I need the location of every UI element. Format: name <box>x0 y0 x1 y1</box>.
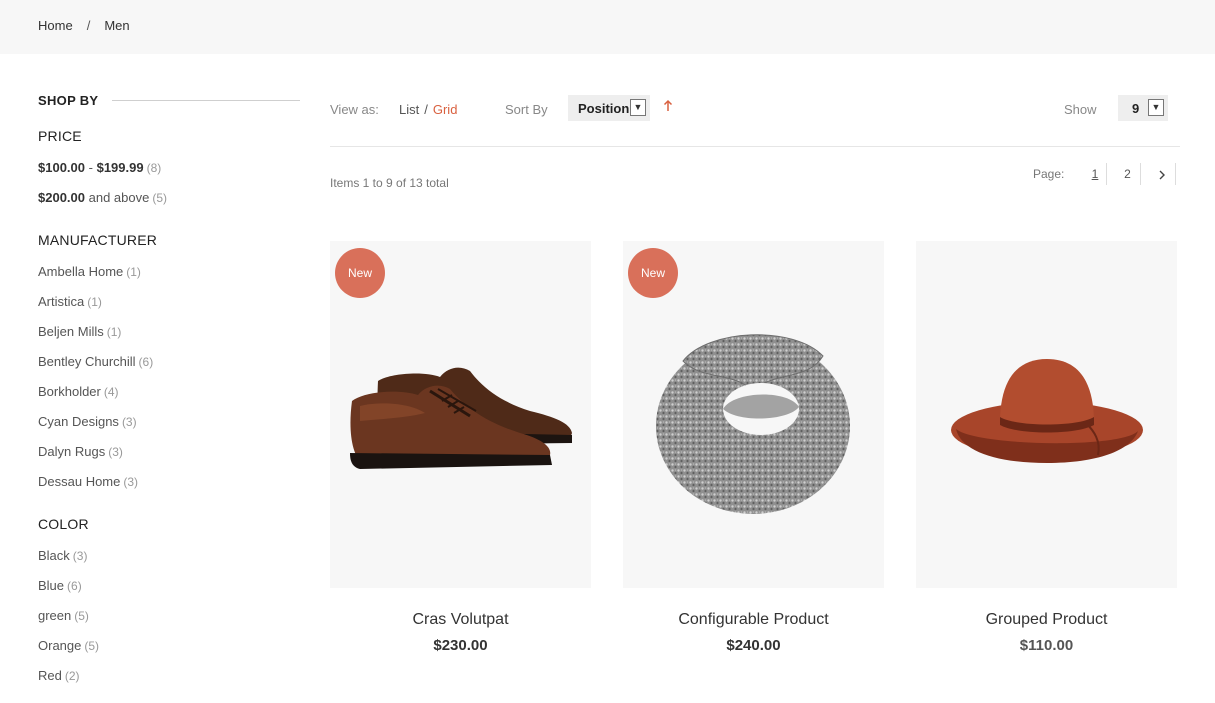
filter-label: Red <box>38 668 62 683</box>
manufacturer-filter-option[interactable]: Borkholder (4) <box>38 384 119 399</box>
product-name[interactable]: Grouped Product <box>916 611 1177 629</box>
filter-count: (5) <box>152 191 168 205</box>
chevron-down-icon: ▼ <box>1148 99 1164 116</box>
filter-label: Beljen Mills <box>38 324 104 339</box>
pager-page-1[interactable]: 1 <box>1084 163 1107 185</box>
filter-count: (1) <box>126 265 141 279</box>
manufacturer-filter-option[interactable]: Beljen Mills (1) <box>38 324 121 339</box>
pager-label: Page: <box>1033 167 1065 181</box>
product-name[interactable]: Cras Volutpat <box>330 611 591 629</box>
product-card: Grouped Product $110.00 <box>916 241 1177 654</box>
filter-count: (1) <box>106 325 122 339</box>
new-badge: New <box>628 248 678 298</box>
arrow-up-icon[interactable] <box>662 98 674 116</box>
limiter-select[interactable]: 9 ▼ <box>1118 95 1168 121</box>
color-filter-option[interactable]: Blue (6) <box>38 578 82 593</box>
color-filter-option[interactable]: green (5) <box>38 608 89 623</box>
show-label: Show <box>1064 102 1097 117</box>
price-filter-option[interactable]: $100.00 - $199.99 (8) <box>38 160 161 175</box>
color-filter-option[interactable]: Black (3) <box>38 548 87 563</box>
product-price: $110.00 <box>1019 637 1074 654</box>
sidebar-filters: SHOP BY PRICE $100.00 - $199.99 (8) $200.… <box>38 90 300 683</box>
price-from: $100.00 <box>38 160 85 175</box>
view-separator: / <box>424 102 428 117</box>
new-badge: New <box>335 248 385 298</box>
chevron-right-icon <box>1159 170 1165 180</box>
pager-next[interactable] <box>1149 163 1176 185</box>
manufacturer-filter-option[interactable]: Dalyn Rugs (3) <box>38 444 123 459</box>
filter-count: (2) <box>64 669 80 683</box>
filter-label: Bentley Churchill <box>38 354 136 369</box>
filter-count: (5) <box>74 609 89 623</box>
breadcrumb-bar: Home / Men <box>0 0 1215 54</box>
product-price: $230.00 <box>433 637 488 654</box>
breadcrumb: Home / Men <box>38 18 130 33</box>
filter-label: Blue <box>38 578 65 593</box>
color-filter-option[interactable]: Red (2) <box>38 668 80 683</box>
filter-label: Orange <box>38 638 82 653</box>
product-image[interactable] <box>916 241 1177 588</box>
view-list-link[interactable]: List <box>399 102 419 117</box>
filter-count: (1) <box>87 295 102 309</box>
chevron-down-icon: ▼ <box>630 99 646 116</box>
manufacturer-filter-option[interactable]: Bentley Churchill (6) <box>38 354 153 369</box>
product-card: New Configurable Product $240.00 <box>623 241 884 654</box>
product-name[interactable]: Configurable Product <box>623 611 884 629</box>
price-from: $200.00 <box>38 190 85 205</box>
filter-count: (5) <box>84 639 100 653</box>
product-card: New Cras Volutpat $230.00 <box>330 241 591 654</box>
filter-count: (3) <box>121 415 137 429</box>
price-filter-title: PRICE <box>38 128 82 144</box>
price-to: $199.99 <box>96 160 144 175</box>
product-price: $240.00 <box>726 637 781 654</box>
limiter-value: 9 <box>1132 100 1140 116</box>
color-filter-option[interactable]: Orange (5) <box>38 638 99 653</box>
price-suffix: and above <box>88 190 150 205</box>
manufacturer-filter-option[interactable]: Dessau Home (3) <box>38 474 138 489</box>
filter-label: Black <box>38 548 70 563</box>
pager-page-2[interactable]: 2 <box>1115 163 1141 185</box>
color-filter-title: COLOR <box>38 516 89 532</box>
filter-count: (8) <box>146 161 162 175</box>
filter-label: Dessau Home <box>38 474 121 489</box>
manufacturer-filter-title: MANUFACTURER <box>38 232 158 248</box>
view-mode-switcher: List / Grid <box>399 102 457 117</box>
divider <box>112 99 300 101</box>
filter-count: (6) <box>67 579 82 593</box>
breadcrumb-home-link[interactable]: Home <box>38 18 73 33</box>
product-image[interactable]: New <box>623 241 884 588</box>
filter-count: (3) <box>108 445 123 459</box>
view-grid-link[interactable]: Grid <box>433 102 458 117</box>
filter-label: green <box>38 608 72 623</box>
shop-by-title: SHOP BY <box>38 92 99 108</box>
felt-hat-icon <box>951 359 1143 463</box>
price-dash: - <box>88 160 93 175</box>
product-image[interactable]: New <box>330 241 591 588</box>
shop-by-header: SHOP BY <box>38 90 300 110</box>
manufacturer-filter-option[interactable]: Cyan Designs (3) <box>38 414 137 429</box>
filter-label: Artistica <box>38 294 85 309</box>
breadcrumb-separator: / <box>86 18 91 33</box>
filter-count: (6) <box>138 355 154 369</box>
sort-by-select[interactable]: Position ▼ <box>568 95 650 121</box>
price-filter-option[interactable]: $200.00 and above (5) <box>38 190 167 205</box>
filter-count: (4) <box>103 385 119 399</box>
breadcrumb-current: Men <box>104 18 130 33</box>
filter-label: Borkholder <box>38 384 101 399</box>
items-total: Items 1 to 9 of 13 total <box>330 176 449 190</box>
view-as-label: View as: <box>330 102 379 117</box>
sort-by-label: Sort By <box>505 102 548 117</box>
manufacturer-filter-option[interactable]: Artistica (1) <box>38 294 102 309</box>
manufacturer-filter-option[interactable]: Ambella Home (1) <box>38 264 141 279</box>
filter-label: Cyan Designs <box>38 414 119 429</box>
filter-label: Ambella Home <box>38 264 124 279</box>
sort-by-value: Position <box>578 100 630 116</box>
toolbar-divider <box>330 146 1180 147</box>
filter-label: Dalyn Rugs <box>38 444 106 459</box>
filter-count: (3) <box>72 549 88 563</box>
filter-count: (3) <box>123 475 139 489</box>
